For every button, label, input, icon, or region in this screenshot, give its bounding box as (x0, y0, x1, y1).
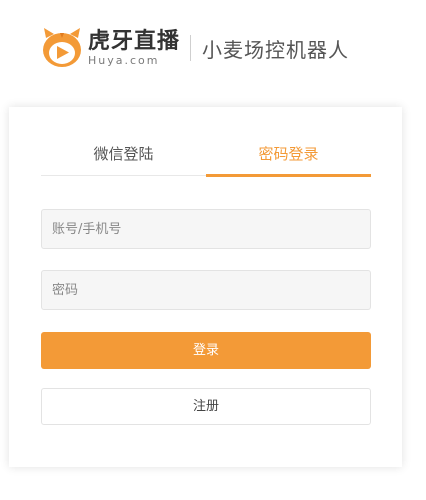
active-tab-indicator (206, 174, 371, 177)
brand-name: 虎牙直播 (88, 28, 181, 54)
register-button[interactable]: 注册 (41, 388, 371, 425)
app-title: 小麦场控机器人 (202, 37, 350, 62)
brand-logo-text: 虎牙直播 Huya.com (88, 28, 181, 67)
huya-logo-icon (40, 26, 84, 70)
brand-domain: Huya.com (88, 53, 160, 67)
login-card: 微信登陆 密码登录 登录 注册 (9, 107, 402, 467)
tab-wechat-login[interactable]: 微信登陆 (41, 137, 206, 175)
tab-password-login[interactable]: 密码登录 (206, 137, 371, 175)
account-input[interactable] (41, 209, 371, 249)
header: 虎牙直播 Huya.com 小麦场控机器人 (40, 24, 349, 72)
password-input[interactable] (41, 270, 371, 310)
login-tabs: 微信登陆 密码登录 (41, 137, 371, 177)
header-divider (190, 35, 192, 61)
login-button[interactable]: 登录 (41, 332, 371, 369)
